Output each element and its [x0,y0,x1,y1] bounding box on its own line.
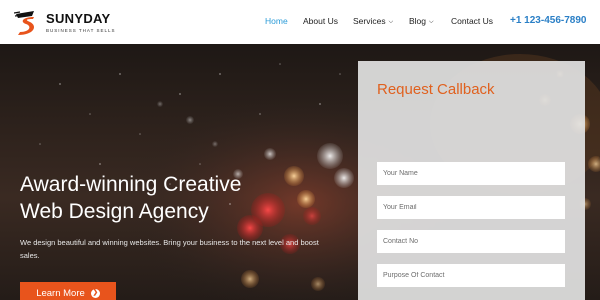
nav-item-about-us[interactable]: About Us [303,16,338,26]
learn-more-label: Learn More [36,287,85,299]
nav-item-label: Blog [409,16,427,26]
nav-item-label: Home [265,16,288,26]
chevron-down-icon: ⌵ [429,19,434,25]
brand-name: SUNYDAY [46,11,111,26]
nav-item-services[interactable]: Services ⌵ [353,16,393,26]
purpose-field[interactable] [377,264,565,287]
contact-number-field[interactable] [377,230,565,253]
nav-item-blog[interactable]: Blog ⌵ [409,16,434,26]
nav-item-home[interactable]: Home [265,16,288,26]
hero-title-line-1: Award-winning Creative [20,173,242,196]
brand-logo[interactable]: SUNYDAY BUSINESS THAT SELLS [14,8,116,38]
nav-item-label: Services [353,16,386,26]
learn-more-button[interactable]: Learn More ❯ [20,282,116,300]
logo-mark-icon [14,11,34,35]
hero-title-line-2: Web Design Agency [20,200,209,223]
site-header: SUNYDAY BUSINESS THAT SELLS Home About U… [0,0,600,44]
request-callback-form: Request Callback [358,61,585,300]
nav-item-label: About Us [303,16,338,26]
brand-tagline: BUSINESS THAT SELLS [46,28,116,33]
hero-subtitle: We design beautiful and winning websites… [20,238,319,260]
name-field[interactable] [377,162,565,185]
form-title: Request Callback [377,81,495,98]
phone-number-link[interactable]: +1 123-456-7890 [510,15,586,26]
nav-item-label: Contact Us [451,16,494,26]
chevron-down-icon: ⌵ [388,19,394,25]
nav-item-contact-us[interactable]: Contact Us [451,16,493,26]
chevron-right-circle-icon: ❯ [90,288,100,298]
email-field[interactable] [377,196,565,219]
hero-title: Award-winning Creative Web Design Agency [20,171,320,225]
